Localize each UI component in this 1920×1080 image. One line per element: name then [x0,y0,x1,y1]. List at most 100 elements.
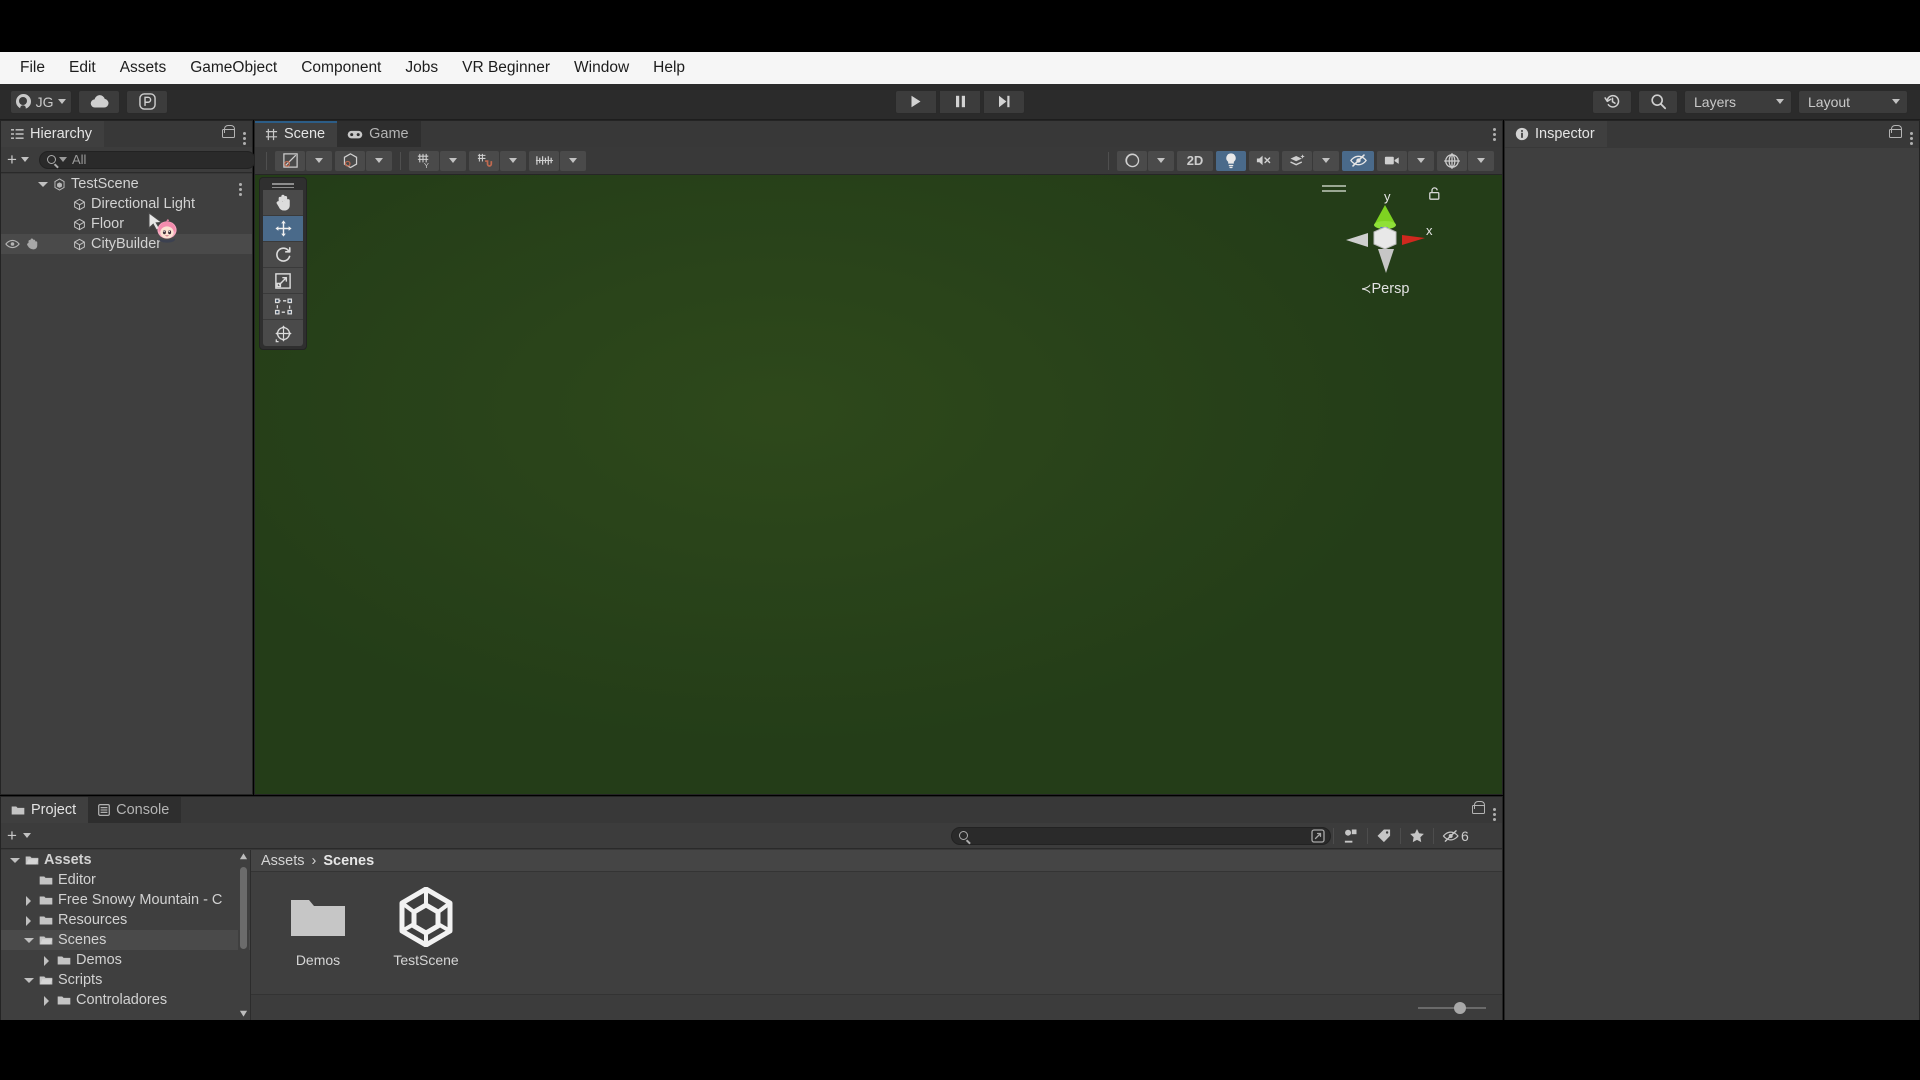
lock-icon[interactable] [222,125,236,138]
hierarchy-row-citybuilder[interactable]: CityBuilder [1,234,252,254]
filter-favorites-button[interactable] [1409,828,1425,843]
grid-snap-dropdown[interactable] [500,150,526,171]
scene-fx-dropdown[interactable] [1313,150,1339,171]
hidden-packages-button[interactable]: 6 [1442,828,1469,844]
breadcrumb-scenes[interactable]: Scenes [323,853,374,869]
shading-mode-button[interactable] [1117,150,1147,171]
tab-project[interactable]: Project [1,797,89,823]
lock-icon[interactable] [1472,801,1486,814]
account-button[interactable]: JG [10,89,72,114]
thumbnail-size-slider[interactable] [1418,1001,1486,1014]
scene-viewport[interactable]: y x ≺Persp [255,175,1502,794]
2d-toggle-button[interactable]: 2D [1177,150,1213,171]
lock-icon[interactable] [1889,125,1903,138]
cloud-services-button[interactable] [78,89,120,114]
menu-window[interactable]: Window [562,55,641,81]
project-tree-scrollbar[interactable] [238,850,249,1020]
kebab-menu-icon[interactable] [1493,807,1496,811]
chevron-down-icon[interactable] [22,833,31,838]
project-tree-demos[interactable]: Demos [1,950,250,970]
filter-by-type-button[interactable] [1342,828,1359,843]
project-tree-scenes[interactable]: Scenes [1,930,250,950]
hidden-objects-toggle[interactable] [1342,150,1374,171]
plastic-scm-button[interactable] [126,89,168,114]
menu-component[interactable]: Component [289,55,393,81]
gizmo-projection-label[interactable]: ≺Persp [1361,281,1410,297]
scene-fx-button[interactable] [1282,150,1312,171]
scene-camera-dropdown[interactable] [1408,150,1434,171]
draw-mode-button[interactable] [275,150,305,171]
tab-console[interactable]: Console [88,797,182,823]
rect-transform-tool[interactable] [263,294,303,320]
expand-search-icon[interactable] [1311,828,1325,843]
eye-icon[interactable] [5,239,20,249]
shape-mode-button[interactable] [335,150,365,171]
undo-history-button[interactable] [1592,89,1632,114]
gizmos-button[interactable] [1437,150,1467,171]
gizmos-dropdown[interactable] [1468,150,1494,171]
breadcrumb-assets[interactable]: Assets [261,853,305,869]
kebab-menu-icon[interactable] [1493,128,1496,131]
menu-edit[interactable]: Edit [57,55,108,81]
hand-pointer-icon[interactable] [26,238,39,250]
scene-lighting-toggle[interactable] [1216,150,1246,171]
hierarchy-row-testscene[interactable]: TestScene [1,174,252,194]
scene-camera-button[interactable] [1377,150,1407,171]
chevron-down-icon[interactable] [23,935,34,946]
grid-snap-button[interactable] [469,150,499,171]
layers-dropdown[interactable]: Layers [1684,89,1792,114]
project-tree-resources[interactable]: Resources [1,910,250,930]
filter-by-label-button[interactable] [1376,828,1392,843]
grid-visibility-dropdown[interactable] [440,150,466,171]
project-search-input[interactable] [973,828,1323,843]
chevron-right-icon[interactable] [23,915,34,926]
add-gameobject-button[interactable]: + [7,151,17,168]
scene-orientation-gizmo[interactable]: y x ≺Persp [1322,181,1440,311]
shading-mode-dropdown[interactable] [1148,150,1174,171]
asset-item-testscene[interactable]: TestScene [389,887,463,994]
kebab-menu-icon[interactable] [1910,131,1913,135]
menu-assets[interactable]: Assets [108,55,179,81]
step-button[interactable] [983,89,1025,114]
hierarchy-search-input[interactable] [71,152,248,167]
scrollbar-thumb[interactable] [240,867,247,949]
chevron-down-icon[interactable] [20,157,29,162]
move-tool[interactable] [263,216,303,242]
shape-mode-dropdown[interactable] [366,150,392,171]
create-asset-button[interactable]: + [7,827,17,844]
slider-knob[interactable] [1454,1001,1466,1014]
tab-scene[interactable]: Scene [255,121,338,147]
chevron-down-icon[interactable] [37,179,48,190]
grid-visibility-button[interactable]: Y [409,150,439,171]
hand-tool[interactable] [263,190,303,216]
snap-increment-button[interactable] [529,150,559,171]
chevron-right-icon[interactable] [41,955,52,966]
pause-button[interactable] [939,89,981,114]
tab-hierarchy[interactable]: Hierarchy [1,121,105,147]
kebab-menu-icon[interactable] [243,131,246,135]
tab-inspector[interactable]: Inspector [1505,121,1607,147]
layout-dropdown[interactable]: Layout [1798,89,1908,114]
chevron-down-icon[interactable] [23,975,34,986]
scene-audio-toggle[interactable] [1249,150,1279,171]
hierarchy-search-field[interactable] [38,150,256,169]
project-tree-assets[interactable]: Assets [1,850,250,870]
project-tree-editor[interactable]: Editor [1,870,250,890]
draw-mode-dropdown[interactable] [306,150,332,171]
snap-increment-dropdown[interactable] [560,150,586,171]
hierarchy-row-directional-light[interactable]: Directional Light [1,194,252,214]
asset-item-demos[interactable]: Demos [281,887,355,994]
tab-game[interactable]: Game [337,121,421,147]
project-search-field[interactable] [951,826,1331,845]
menu-file[interactable]: File [8,55,57,81]
menu-jobs[interactable]: Jobs [393,55,450,81]
project-tree-free-snowy-mountain[interactable]: Free Snowy Mountain - C [1,890,250,910]
scale-tool[interactable] [263,268,303,294]
toolbar-search-button[interactable] [1638,89,1678,114]
hierarchy-row-floor[interactable]: Floor [1,214,252,234]
menu-vr-beginner[interactable]: VR Beginner [450,55,562,81]
overlay-drag-handle[interactable] [263,181,303,190]
chevron-down-icon[interactable] [9,855,20,866]
transform-tool[interactable] [263,320,303,346]
chevron-right-icon[interactable] [41,995,52,1006]
